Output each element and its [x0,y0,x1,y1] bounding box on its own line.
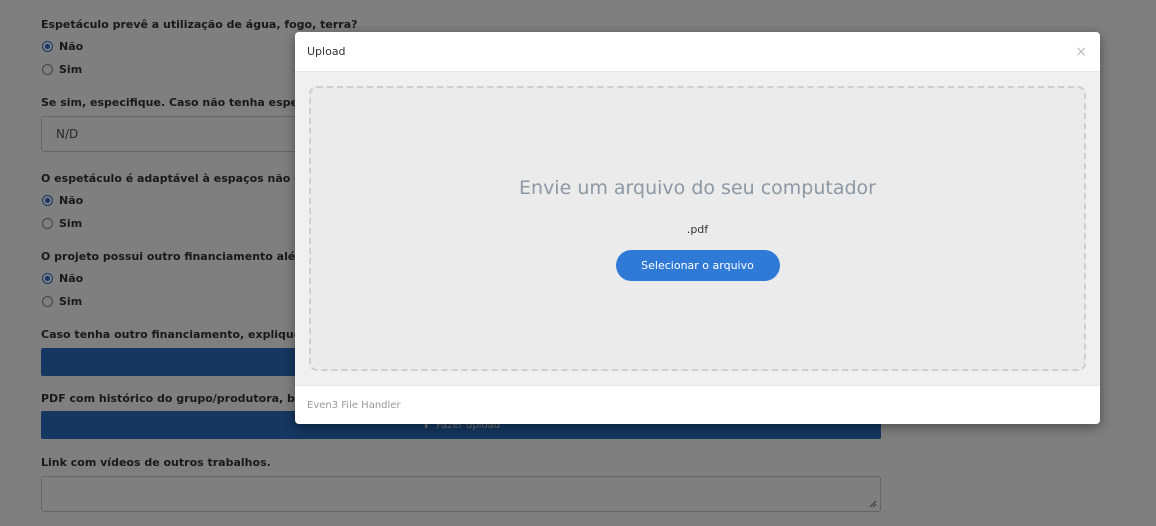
allowed-extension: .pdf [686,223,709,236]
modal-body: Envie um arquivo do seu computador .pdf … [295,72,1100,385]
close-icon[interactable]: × [1075,45,1087,59]
modal-title: Upload [307,45,346,58]
dropzone-title: Envie um arquivo do seu computador [519,177,876,199]
select-file-button[interactable]: Selecionar o arquivo [615,250,780,281]
modal-footer: Even3 File Handler [295,385,1100,424]
modal-header: Upload × [295,32,1100,72]
file-dropzone[interactable]: Envie um arquivo do seu computador .pdf … [309,86,1086,371]
upload-modal: Upload × Envie um arquivo do seu computa… [295,32,1100,424]
footer-text: Even3 File Handler [307,399,401,411]
